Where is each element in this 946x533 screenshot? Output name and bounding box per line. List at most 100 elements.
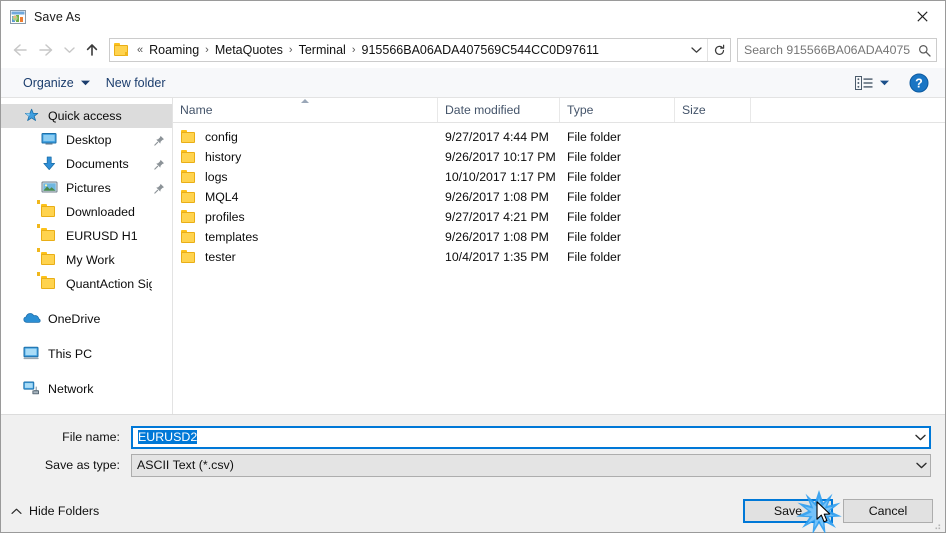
sidebar-item-downloaded[interactable]: Downloaded <box>1 200 172 224</box>
folder-icon <box>37 248 59 268</box>
hide-folders-button[interactable]: Hide Folders <box>11 504 99 518</box>
file-date: 9/26/2017 10:17 PM <box>445 150 556 164</box>
file-name-input[interactable]: EURUSD2 <box>131 425 931 449</box>
folder-icon <box>37 200 59 220</box>
table-row[interactable]: logs 10/10/2017 1:17 PM File folder <box>173 167 945 187</box>
sidebar-item-label: EURUSD H1 <box>66 229 138 243</box>
chevron-up-icon <box>11 508 22 514</box>
close-button[interactable] <box>899 1 945 31</box>
file-rows: config 9/27/2017 4:44 PM File folder his… <box>173 123 945 414</box>
breadcrumb-item-0[interactable]: Roaming <box>146 41 202 59</box>
breadcrumb-separator[interactable]: › <box>202 44 212 56</box>
sidebar-item-eurusd-h1[interactable]: EURUSD H1 <box>1 224 172 248</box>
cancel-button[interactable]: Cancel <box>843 499 933 523</box>
new-folder-button[interactable]: New folder <box>98 72 174 94</box>
sidebar-item-my-work[interactable]: My Work <box>1 248 172 272</box>
sidebar-item-label: Pictures <box>66 181 111 195</box>
save-as-type-dropdown-button[interactable] <box>913 462 930 469</box>
pin-icon[interactable] <box>152 183 166 194</box>
file-type: File folder <box>567 190 621 204</box>
table-row[interactable]: profiles 9/27/2017 4:21 PM File folder <box>173 207 945 227</box>
table-row[interactable]: MQL4 9/26/2017 1:08 PM File folder <box>173 187 945 207</box>
forward-button[interactable] <box>33 37 59 63</box>
breadcrumb-separator[interactable]: › <box>349 44 359 56</box>
network-icon <box>23 381 41 397</box>
breadcrumb-folder-icon <box>114 43 130 57</box>
column-headers: Name Date modified Type Size <box>173 98 945 123</box>
file-name-row: File name: EURUSD2 <box>15 425 931 449</box>
help-label: ? <box>915 76 923 90</box>
sidebar-item-pictures[interactable]: Pictures <box>1 176 172 200</box>
column-header-size[interactable]: Size <box>675 98 751 122</box>
file-type: File folder <box>567 230 621 244</box>
dialog-body: Quick access Desktop Documents Pictures … <box>1 98 945 414</box>
sidebar-item-documents[interactable]: Documents <box>1 152 172 176</box>
refresh-icon <box>714 44 724 55</box>
save-button[interactable]: Save <box>743 499 833 523</box>
up-arrow-icon <box>86 44 98 56</box>
navigation-bar: « Roaming › MetaQuotes › Terminal › 9155… <box>1 32 945 68</box>
file-name-dropdown-button[interactable] <box>912 434 929 441</box>
address-dropdown-button[interactable] <box>685 39 707 61</box>
change-view-button[interactable] <box>849 73 895 93</box>
sidebar-item-label: Downloaded <box>66 205 135 219</box>
file-date: 9/27/2017 4:21 PM <box>445 210 549 224</box>
file-name-cell: tester <box>173 250 438 264</box>
chevron-down-icon <box>63 47 75 53</box>
file-date: 9/26/2017 1:08 PM <box>445 190 549 204</box>
folder-icon <box>181 170 197 184</box>
pin-icon[interactable] <box>152 135 166 146</box>
new-folder-label: New folder <box>105 75 166 90</box>
resize-grip[interactable] <box>930 518 942 530</box>
pin-icon[interactable] <box>152 159 166 170</box>
breadcrumb-item-3[interactable]: 915566BA06ADA407569C544CC0D97611 <box>359 41 602 59</box>
forward-arrow-icon <box>39 44 53 56</box>
sort-ascending-icon <box>301 99 309 103</box>
table-row[interactable]: tester 10/4/2017 1:35 PM File folder <box>173 247 945 267</box>
file-name-cell: templates <box>173 230 438 244</box>
table-row[interactable]: config 9/27/2017 4:44 PM File folder <box>173 127 945 147</box>
sidebar-item-network[interactable]: Network <box>1 377 172 401</box>
sidebar-item-label: Desktop <box>66 133 112 147</box>
column-header-name[interactable]: Name <box>173 98 438 122</box>
sidebar-item-this-pc[interactable]: This PC <box>1 342 172 366</box>
refresh-button[interactable] <box>708 39 730 61</box>
breadcrumb-item-1[interactable]: MetaQuotes <box>212 41 286 59</box>
breadcrumb-separator[interactable]: › <box>286 44 296 56</box>
breadcrumb: « Roaming › MetaQuotes › Terminal › 9155… <box>110 41 685 59</box>
search-box[interactable] <box>737 38 937 62</box>
table-row[interactable]: templates 9/26/2017 1:08 PM File folder <box>173 227 945 247</box>
column-header-type[interactable]: Type <box>560 98 675 122</box>
command-bar: Organize New folder ? <box>1 68 945 98</box>
list-view-icon <box>855 75 873 90</box>
sidebar-item-quick-access[interactable]: Quick access <box>1 104 172 128</box>
help-button[interactable]: ? <box>909 73 929 93</box>
sidebar-item-quantaction-signal[interactable]: QuantAction Signal <box>1 272 172 296</box>
file-name-cell: logs <box>173 170 438 184</box>
back-button[interactable] <box>7 37 33 63</box>
back-arrow-icon <box>13 44 27 56</box>
organize-button[interactable]: Organize <box>15 72 98 94</box>
breadcrumb-overflow[interactable]: « <box>134 44 146 56</box>
folder-icon <box>181 230 197 244</box>
cloud-icon <box>23 311 41 327</box>
folder-icon <box>181 130 197 144</box>
recent-locations-button[interactable] <box>59 37 79 63</box>
app-icon <box>10 9 26 25</box>
search-input[interactable] <box>738 42 912 58</box>
dialog-footer: Hide Folders Save Cancel <box>1 489 945 532</box>
table-row[interactable]: history 9/26/2017 10:17 PM File folder <box>173 147 945 167</box>
sidebar-item-onedrive[interactable]: OneDrive <box>1 307 172 331</box>
breadcrumb-item-2[interactable]: Terminal <box>296 41 349 59</box>
address-bar[interactable]: « Roaming › MetaQuotes › Terminal › 9155… <box>109 38 731 62</box>
save-as-type-select[interactable]: ASCII Text (*.csv) <box>131 453 931 477</box>
column-header-label: Size <box>682 103 706 117</box>
sidebar-item-desktop[interactable]: Desktop <box>1 128 172 152</box>
file-date: 9/26/2017 1:08 PM <box>445 230 549 244</box>
file-date: 9/27/2017 4:44 PM <box>445 130 549 144</box>
file-type: File folder <box>567 130 621 144</box>
up-button[interactable] <box>79 37 105 63</box>
column-header-date-modified[interactable]: Date modified <box>438 98 560 122</box>
